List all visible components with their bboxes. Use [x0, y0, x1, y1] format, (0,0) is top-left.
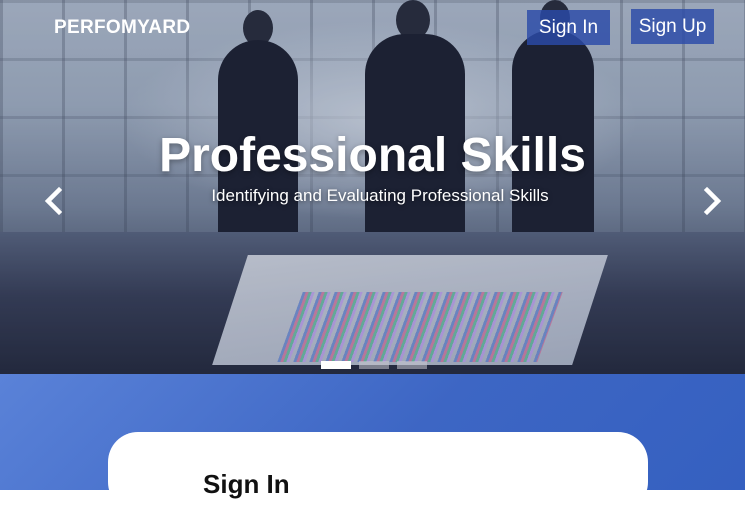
carousel-indicators: [321, 361, 427, 369]
carousel-indicator-3[interactable]: [397, 361, 427, 369]
carousel-prev-button[interactable]: [42, 186, 66, 216]
chevron-right-icon: [703, 186, 722, 216]
carousel-subtitle: Identifying and Evaluating Professional …: [211, 186, 549, 205]
chevron-left-icon: [44, 186, 63, 216]
hero-carousel: Professional Skills Identifying and Eval…: [0, 0, 745, 374]
carousel-indicator-2[interactable]: [359, 361, 389, 369]
nav-signup-button[interactable]: Sign Up: [631, 9, 714, 44]
nav-signin-button[interactable]: Sign In: [527, 10, 610, 45]
carousel-indicator-1[interactable]: [321, 361, 351, 369]
signin-card: Sign In: [108, 432, 648, 512]
brand-logo[interactable]: PERFOMYARD: [54, 17, 190, 39]
signin-card-heading: Sign In: [203, 469, 290, 499]
carousel-next-button[interactable]: [700, 186, 724, 216]
carousel-title: Professional Skills: [159, 129, 586, 182]
